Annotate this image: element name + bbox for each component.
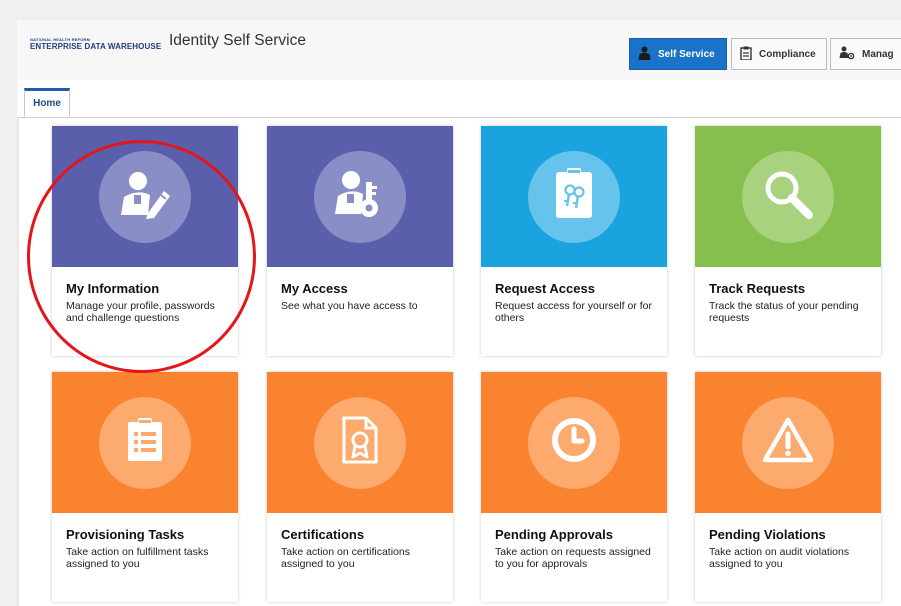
certificate-icon: [342, 416, 378, 469]
tile-banner: [481, 372, 667, 513]
magnifier-icon: [760, 166, 816, 227]
identity-self-service-window: NATIONAL HEALTH REFORM ENTERPRISE DATA W…: [17, 20, 901, 606]
tile-pending-violations[interactable]: Pending Violations Take action on audit …: [695, 372, 881, 602]
tile-pending-approvals[interactable]: Pending Approvals Take action on request…: [481, 372, 667, 602]
tile-my-access[interactable]: My Access See what you have access to: [267, 126, 453, 356]
tile-banner: [267, 372, 453, 513]
badge-keys-icon: [554, 168, 594, 225]
clipboard-icon: [740, 46, 752, 63]
app-header: NATIONAL HEALTH REFORM ENTERPRISE DATA W…: [17, 20, 901, 81]
clock-icon: [550, 416, 598, 469]
icon-circle: [99, 150, 191, 243]
tile-description: Take action on certifications assigned t…: [281, 546, 410, 570]
tile-title: My Access: [281, 281, 348, 296]
person-icon: [638, 46, 651, 63]
tile-title: Pending Approvals: [495, 527, 613, 542]
user-key-icon: [333, 168, 387, 225]
tile-banner: [267, 126, 453, 267]
tile-title: My Information: [66, 281, 160, 296]
tile-my-information[interactable]: My Information Manage your profile, pass…: [52, 126, 238, 356]
tile-title: Request Access: [495, 281, 595, 296]
warning-icon: [762, 417, 814, 468]
tile-description: Request access for yourself or for other…: [495, 300, 652, 324]
tile-banner: [695, 372, 881, 513]
tile-title: Certifications: [281, 527, 365, 542]
user-edit-icon: [118, 169, 172, 224]
tab-home[interactable]: Home: [24, 88, 70, 117]
people-gear-icon: [839, 46, 855, 63]
self-service-button[interactable]: Self Service: [629, 38, 727, 70]
tile-title: Track Requests: [709, 281, 806, 296]
icon-circle: [314, 150, 406, 243]
tile-track-requests[interactable]: Track Requests Track the status of your …: [695, 126, 881, 356]
icon-circle: [314, 396, 406, 489]
task-list-icon: [127, 418, 163, 467]
tile-description: Take action on requests assigned to you …: [495, 546, 651, 570]
icon-circle: [742, 396, 834, 489]
tab-bar: Home: [17, 80, 901, 118]
tile-provisioning-tasks[interactable]: Provisioning Tasks Take action on fulfil…: [52, 372, 238, 602]
edw-logo: NATIONAL HEALTH REFORM ENTERPRISE DATA W…: [30, 38, 161, 51]
compliance-label: Compliance: [759, 48, 816, 60]
tile-description: Track the status of your pending request…: [709, 300, 859, 324]
icon-circle: [99, 396, 191, 489]
tile-title: Provisioning Tasks: [66, 527, 185, 542]
tile-banner: [481, 126, 667, 267]
left-divider: [17, 117, 19, 606]
tile-description: Manage your profile, passwords and chall…: [66, 300, 215, 324]
manage-label: Manag: [862, 48, 894, 60]
tile-request-access[interactable]: Request Access Request access for yourse…: [481, 126, 667, 356]
compliance-button[interactable]: Compliance: [731, 38, 827, 70]
manage-button[interactable]: Manag: [830, 38, 901, 70]
tile-description: Take action on audit violations assigned…: [709, 546, 850, 570]
tile-certifications[interactable]: Certifications Take action on certificat…: [267, 372, 453, 602]
app-title: Identity Self Service: [169, 32, 306, 49]
icon-circle: [528, 396, 620, 489]
tile-description: Take action on fulfillment tasks assigne…: [66, 546, 209, 570]
tile-title: Pending Violations: [709, 527, 826, 542]
tile-banner: [52, 126, 238, 267]
icon-circle: [742, 150, 834, 243]
tile-banner: [52, 372, 238, 513]
logo-name: ENTERPRISE DATA WAREHOUSE: [30, 42, 162, 51]
tile-description: See what you have access to: [281, 300, 418, 312]
tab-home-label: Home: [33, 98, 61, 109]
self-service-label: Self Service: [658, 48, 715, 60]
icon-circle: [528, 150, 620, 243]
tile-banner: [695, 126, 881, 267]
